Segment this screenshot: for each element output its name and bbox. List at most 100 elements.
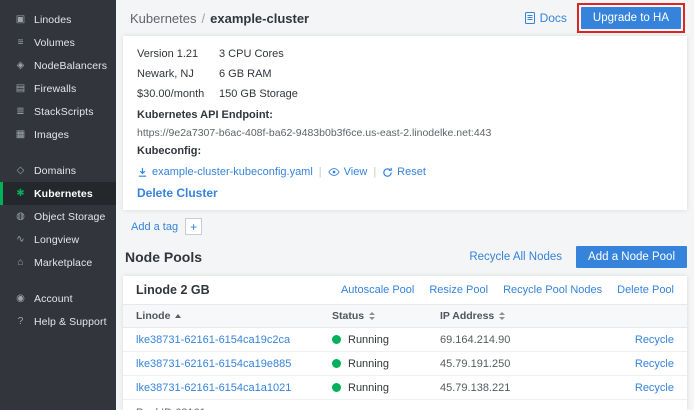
sidebar-item-label: Firewalls (34, 83, 76, 95)
status-label: Running (348, 382, 389, 394)
breadcrumb: Kubernetes/example-cluster (130, 11, 309, 26)
sidebar-item-marketplace[interactable]: ⌂ Marketplace (0, 251, 116, 274)
sidebar-item-stackscripts[interactable]: ≣ StackScripts (0, 100, 116, 123)
status-cell: Running (332, 358, 440, 370)
kubeconfig-reset-link[interactable]: Reset (382, 164, 426, 180)
column-label: IP Address (440, 310, 494, 322)
pool-actions: Autoscale Pool Resize Pool Recycle Pool … (341, 284, 674, 296)
recycle-node-link[interactable]: Recycle (635, 358, 674, 370)
kubeconfig-view-link[interactable]: View (328, 164, 368, 180)
column-header-status[interactable]: Status (332, 310, 440, 322)
ip-address: 45.79.138.221 (440, 382, 612, 394)
api-endpoint-value: https://9e2a7307-b6ac-408f-ba62-9483b0b3… (137, 126, 673, 140)
node-link[interactable]: lke38731-62161-6154ca19e885 (136, 358, 332, 370)
red-highlight-annotation: Upgrade to HA (577, 3, 685, 33)
add-tag-row: Add a tag + (131, 218, 687, 235)
breadcrumb-root[interactable]: Kubernetes (130, 11, 197, 26)
pool-card-header: Linode 2 GB Autoscale Pool Resize Pool R… (123, 276, 687, 304)
main-content: Kubernetes/example-cluster Docs Upgrade … (116, 0, 694, 410)
ip-address: 45.79.191.250 (440, 358, 612, 370)
view-label: View (344, 164, 368, 180)
status-cell: Running (332, 382, 440, 394)
kubernetes-icon: ✱ (13, 188, 28, 199)
divider: | (319, 164, 322, 180)
node-link[interactable]: lke38731-62161-6154ca1a1021 (136, 382, 332, 394)
column-label: Status (332, 310, 364, 322)
docs-link[interactable]: Docs (525, 11, 567, 25)
cluster-summary-card: Version 1.21 3 CPU Cores Newark, NJ 6 GB… (123, 36, 687, 210)
node-pools-header: Node Pools Recycle All Nodes Add a Node … (123, 243, 687, 270)
node-link[interactable]: lke38731-62161-6154ca19c2ca (136, 334, 332, 346)
kubeconfig-download-link[interactable]: example-cluster-kubeconfig.yaml (137, 164, 313, 180)
sidebar-item-object-storage[interactable]: ◍ Object Storage (0, 205, 116, 228)
recycle-node-link[interactable]: Recycle (635, 334, 674, 346)
column-header-linode[interactable]: Linode (136, 310, 332, 322)
app-window: ▣ Linodes ≡ Volumes ◈ NodeBalancers ▤ Fi… (0, 0, 694, 410)
longview-icon: ∿ (13, 234, 28, 245)
status-label: Running (348, 334, 389, 346)
header-actions: Docs Upgrade to HA (525, 3, 685, 33)
sidebar-item-label: Linodes (34, 14, 71, 26)
sidebar-item-volumes[interactable]: ≡ Volumes (0, 31, 116, 54)
recycle-node-link[interactable]: Recycle (635, 382, 674, 394)
status-cell: Running (332, 334, 440, 346)
sidebar-item-account[interactable]: ◉ Account (0, 287, 116, 310)
sidebar-item-label: Marketplace (34, 257, 92, 269)
sidebar-item-kubernetes[interactable]: ✱ Kubernetes (0, 182, 116, 205)
sidebar-item-nodebalancers[interactable]: ◈ NodeBalancers (0, 54, 116, 77)
reset-label: Reset (397, 164, 426, 180)
add-node-pool-button[interactable]: Add a Node Pool (576, 246, 687, 268)
marketplace-icon: ⌂ (13, 257, 28, 268)
table-row: lke38731-62161-6154ca19e885 Running 45.7… (123, 352, 687, 376)
sidebar-item-images[interactable]: ▦ Images (0, 123, 116, 146)
add-tag-button[interactable]: + (185, 218, 202, 235)
sidebar-item-label: Images (34, 129, 69, 141)
spec-price: $30.00/month (137, 84, 219, 104)
help-icon: ? (13, 316, 28, 327)
api-endpoint-label: Kubernetes API Endpoint: (137, 108, 673, 123)
sidebar-item-firewalls[interactable]: ▤ Firewalls (0, 77, 116, 100)
volumes-icon: ≡ (13, 37, 28, 48)
node-pools-title: Node Pools (125, 249, 202, 265)
sidebar-item-label: Longview (34, 234, 79, 246)
pool-table-header: Linode Status IP Address (123, 304, 687, 328)
recycle-all-nodes-link[interactable]: Recycle All Nodes (469, 251, 562, 263)
spec-storage: 150 GB Storage (219, 84, 673, 104)
sidebar-item-label: Account (34, 293, 73, 305)
sidebar-item-linodes[interactable]: ▣ Linodes (0, 8, 116, 31)
sidebar-item-label: Object Storage (34, 211, 105, 223)
sidebar-item-help-support[interactable]: ? Help & Support (0, 310, 116, 333)
reset-icon (382, 167, 393, 178)
resize-pool-link[interactable]: Resize Pool (429, 284, 488, 296)
column-header-ip[interactable]: IP Address (440, 310, 612, 322)
delete-cluster-link[interactable]: Delete Cluster (137, 186, 218, 200)
table-row: lke38731-62161-6154ca19c2ca Running 69.1… (123, 328, 687, 352)
upgrade-to-ha-button[interactable]: Upgrade to HA (581, 7, 681, 29)
sidebar-item-label: StackScripts (34, 106, 94, 118)
firewalls-icon: ▤ (13, 83, 28, 94)
sidebar-item-domains[interactable]: ◇ Domains (0, 159, 116, 182)
status-label: Running (348, 358, 389, 370)
eye-icon (328, 167, 340, 177)
spec-region: Newark, NJ (137, 64, 219, 84)
sort-asc-icon (175, 314, 181, 318)
kubeconfig-actions: example-cluster-kubeconfig.yaml | View |… (137, 164, 673, 180)
node-pool-card: Linode 2 GB Autoscale Pool Resize Pool R… (123, 276, 687, 410)
add-tag-label[interactable]: Add a tag (131, 221, 178, 233)
docs-icon (525, 12, 535, 24)
autoscale-pool-link[interactable]: Autoscale Pool (341, 284, 414, 296)
spec-version: Version 1.21 (137, 44, 219, 64)
recycle-pool-nodes-link[interactable]: Recycle Pool Nodes (503, 284, 602, 296)
kubeconfig-filename: example-cluster-kubeconfig.yaml (152, 164, 313, 180)
delete-pool-link[interactable]: Delete Pool (617, 284, 674, 296)
sidebar: ▣ Linodes ≡ Volumes ◈ NodeBalancers ▤ Fi… (0, 0, 116, 410)
linodes-icon: ▣ (13, 14, 28, 25)
stackscripts-icon: ≣ (13, 106, 28, 117)
sidebar-item-label: Domains (34, 165, 76, 177)
sidebar-item-longview[interactable]: ∿ Longview (0, 228, 116, 251)
sidebar-item-label: Help & Support (34, 316, 107, 328)
sidebar-group-account: ◉ Account ? Help & Support (0, 287, 116, 333)
sidebar-item-label: NodeBalancers (34, 60, 107, 72)
ip-address: 69.164.214.90 (440, 334, 612, 346)
sidebar-item-label: Kubernetes (34, 188, 93, 200)
